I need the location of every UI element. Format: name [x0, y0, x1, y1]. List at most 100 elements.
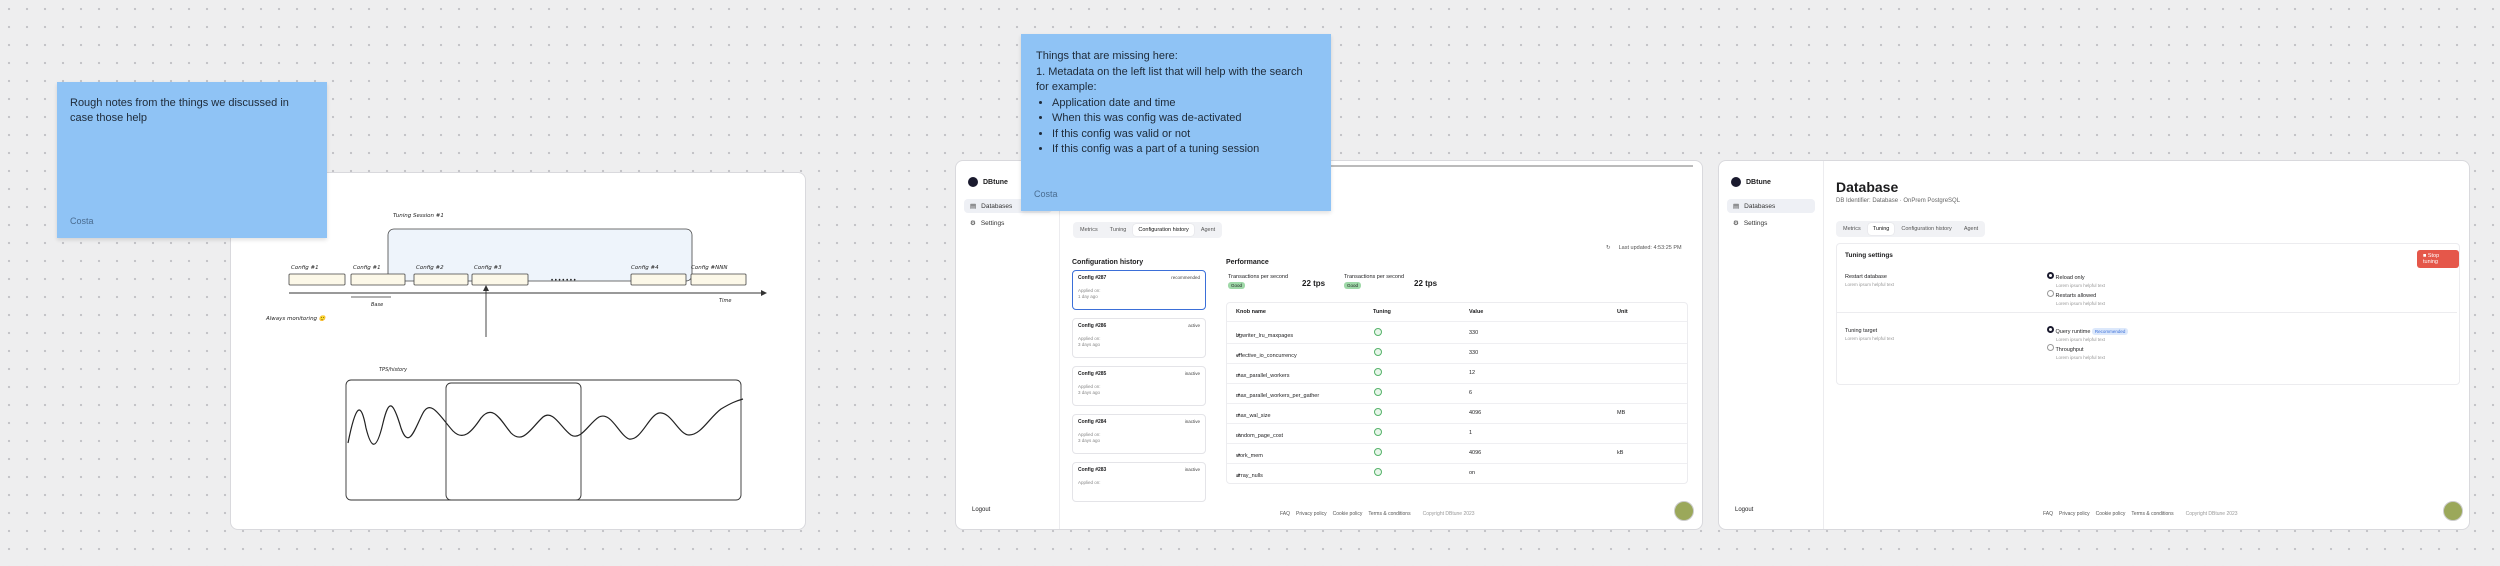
sticky-note-missing-items[interactable]: Things that are missing here: 1. Metadat… — [1021, 34, 1331, 211]
metric-wave — [347, 398, 744, 445]
check-icon — [1374, 388, 1382, 396]
footer-link[interactable]: Terms & conditions — [1368, 511, 1410, 517]
config-label: Config #1 — [353, 265, 381, 271]
table-row[interactable]: max_wal_size ↗ 4096 MB — [1227, 403, 1687, 424]
radio-selected-icon — [2047, 326, 2054, 333]
stop-tuning-button[interactable]: ■ Stop tuning — [2417, 250, 2459, 268]
external-link-icon: ↗ — [1236, 413, 1241, 419]
knob-table: Knob name Tuning Value Unit bgwriter_lru_ma… — [1226, 302, 1688, 484]
external-link-icon: ↗ — [1236, 353, 1241, 359]
config-item[interactable]: Config #286 active Applied on: 3 days ago — [1072, 318, 1206, 358]
list-item: When this was config was de-activated — [1052, 111, 1316, 127]
config-label: Config #3 — [474, 265, 502, 271]
tab-bar: Metrics Tuning Configuration history Age… — [1836, 221, 1986, 237]
graph-highlight-box — [445, 382, 582, 501]
avatar[interactable] — [1674, 501, 1694, 521]
history-title: Configuration history — [1072, 259, 1144, 266]
config-item[interactable]: Config #283 inactive Applied on: — [1072, 462, 1206, 502]
footer-link[interactable]: Cookie policy — [2096, 511, 2126, 517]
external-link-icon: ↗ — [1236, 393, 1241, 399]
database-icon: ▤ — [1733, 203, 1740, 210]
sidebar-item-databases[interactable]: ▤ Databases — [1727, 199, 1815, 213]
tuning-settings-card: Tuning settings ■ Stop tuning Restart da… — [1836, 243, 2460, 385]
gear-icon: ⚙ — [970, 220, 976, 227]
ellipsis-dots: • • • • • • • — [551, 278, 576, 284]
table-row[interactable]: bgwriter_lru_maxpages ↗ 330 — [1227, 323, 1687, 344]
config-label: Config #4 — [631, 265, 659, 271]
page-title: Database — [1836, 179, 1899, 195]
tab-configuration-history[interactable]: Configuration history — [1133, 224, 1194, 236]
table-row[interactable]: array_nulls ↗ on — [1227, 463, 1687, 483]
gear-icon: ⚙ — [1733, 220, 1739, 227]
sticky-note-bullets: Application date and time When this was … — [1036, 96, 1316, 158]
sidebar: DBtune ▤ Databases ⚙ Settings Logout — [956, 161, 1060, 529]
sticky-note-rough-notes[interactable]: Rough notes from the things we discussed… — [57, 82, 327, 238]
config-item[interactable]: Config #284 inactive Applied on: 3 days ago — [1072, 414, 1206, 454]
tab-metrics[interactable]: Metrics — [1838, 223, 1866, 235]
config-label: Config #NNN — [691, 265, 727, 271]
sticky-note-intro: Things that are missing here: — [1036, 50, 1178, 62]
footer-links: FAQ Privacy policy Cookie policy Terms &… — [2043, 511, 2238, 517]
list-item: If this config was valid or not — [1052, 127, 1316, 143]
tuning-session-label: Tuning Session #1 — [393, 213, 444, 219]
avatar[interactable] — [2443, 501, 2463, 521]
footer-link[interactable]: Cookie policy — [1333, 511, 1363, 517]
table-row[interactable]: max_parallel_workers ↗ 12 — [1227, 363, 1687, 384]
setting-target-label: Tuning target Lorem ipsum helpful text — [1845, 328, 1895, 341]
check-icon — [1374, 428, 1382, 436]
copyright: Copyright DBtune 2023 — [2185, 511, 2238, 517]
sidebar-item-settings[interactable]: ⚙ Settings — [964, 216, 1052, 230]
tab-tuning[interactable]: Tuning — [1105, 224, 1132, 236]
metric-value: 22 tps — [1302, 279, 1326, 288]
metric-tps-1: Transactions per second Good — [1228, 274, 1289, 289]
logout-link[interactable]: Logout — [1735, 507, 1753, 513]
footer-link[interactable]: Terms & conditions — [2131, 511, 2173, 517]
page-subtitle: DB Identifier: Database · OnPrem Postgre… — [1836, 198, 1961, 204]
sticky-note-author: Costa — [1034, 189, 1058, 199]
radio-query-runtime[interactable]: Query runtime Recommended Lorem ipsum hel… — [2047, 326, 2129, 342]
divider — [1837, 312, 2457, 313]
tab-agent[interactable]: Agent — [1959, 223, 1983, 235]
database-icon: ▤ — [970, 203, 977, 210]
table-row[interactable]: effective_io_concurrency ↗ 330 — [1227, 343, 1687, 364]
sidebar: DBtune ▤ Databases ⚙ Settings Logout — [1719, 161, 1824, 529]
tuning-session-box — [387, 228, 693, 282]
config-item[interactable]: Config #287 recommended Applied on: 1 day a… — [1072, 270, 1206, 310]
footer-link[interactable]: Privacy policy — [1296, 511, 1327, 517]
footer-link[interactable]: FAQ — [2043, 511, 2053, 517]
table-row[interactable]: work_mem ↗ 4096 kB — [1227, 443, 1687, 464]
setting-restart-label: Restart database Lorem ipsum helpful text — [1845, 274, 1895, 287]
tab-metrics[interactable]: Metrics — [1075, 224, 1103, 236]
tab-configuration-history[interactable]: Configuration history — [1896, 223, 1956, 235]
external-link-icon: ↗ — [1236, 373, 1241, 379]
footer-link[interactable]: Privacy policy — [2059, 511, 2090, 517]
radio-reload-only[interactable]: Reload only Lorem ipsum helpful text — [2047, 272, 2105, 288]
config-item[interactable]: Config #285 inactive Applied on: 3 days ago — [1072, 366, 1206, 406]
sidebar-item-settings[interactable]: ⚙ Settings — [1727, 216, 1815, 230]
tab-agent[interactable]: Agent — [1196, 224, 1220, 236]
base-label: Base — [371, 302, 383, 308]
radio-throughput[interactable]: Throughput Lorem ipsum helpful text — [2047, 344, 2105, 360]
external-link-icon: ↗ — [1236, 453, 1241, 459]
sticky-note-author: Costa — [70, 216, 94, 226]
tab-tuning[interactable]: Tuning — [1867, 223, 1895, 235]
logout-link[interactable]: Logout — [972, 507, 990, 513]
check-icon — [1374, 408, 1382, 416]
radio-icon — [2047, 290, 2054, 297]
footer-link[interactable]: FAQ — [1280, 511, 1290, 517]
table-row[interactable]: random_page_cost ↗ 1 — [1227, 423, 1687, 444]
radio-restarts-allowed[interactable]: Restarts allowed Lorem ipsum helpful text — [2047, 290, 2105, 306]
refresh-icon: ↻ — [1606, 245, 1611, 251]
brand-name: DBtune — [983, 178, 1008, 186]
section-title: Tuning settings — [1845, 252, 1893, 259]
config-label: Config #1 — [291, 265, 319, 271]
table-row[interactable]: max_parallel_workers_per_gather ↗ 6 — [1227, 383, 1687, 404]
performance-title: Performance — [1226, 259, 1269, 266]
status-badge: Good — [1228, 282, 1246, 289]
check-icon — [1374, 368, 1382, 376]
metric-value: 22 tps — [1414, 279, 1438, 288]
metric-label: TPS/history — [379, 367, 408, 373]
list-item: If this config was a part of a tuning se… — [1052, 142, 1316, 158]
status-badge: Good — [1344, 282, 1362, 289]
external-link-icon: ↗ — [1236, 473, 1241, 479]
